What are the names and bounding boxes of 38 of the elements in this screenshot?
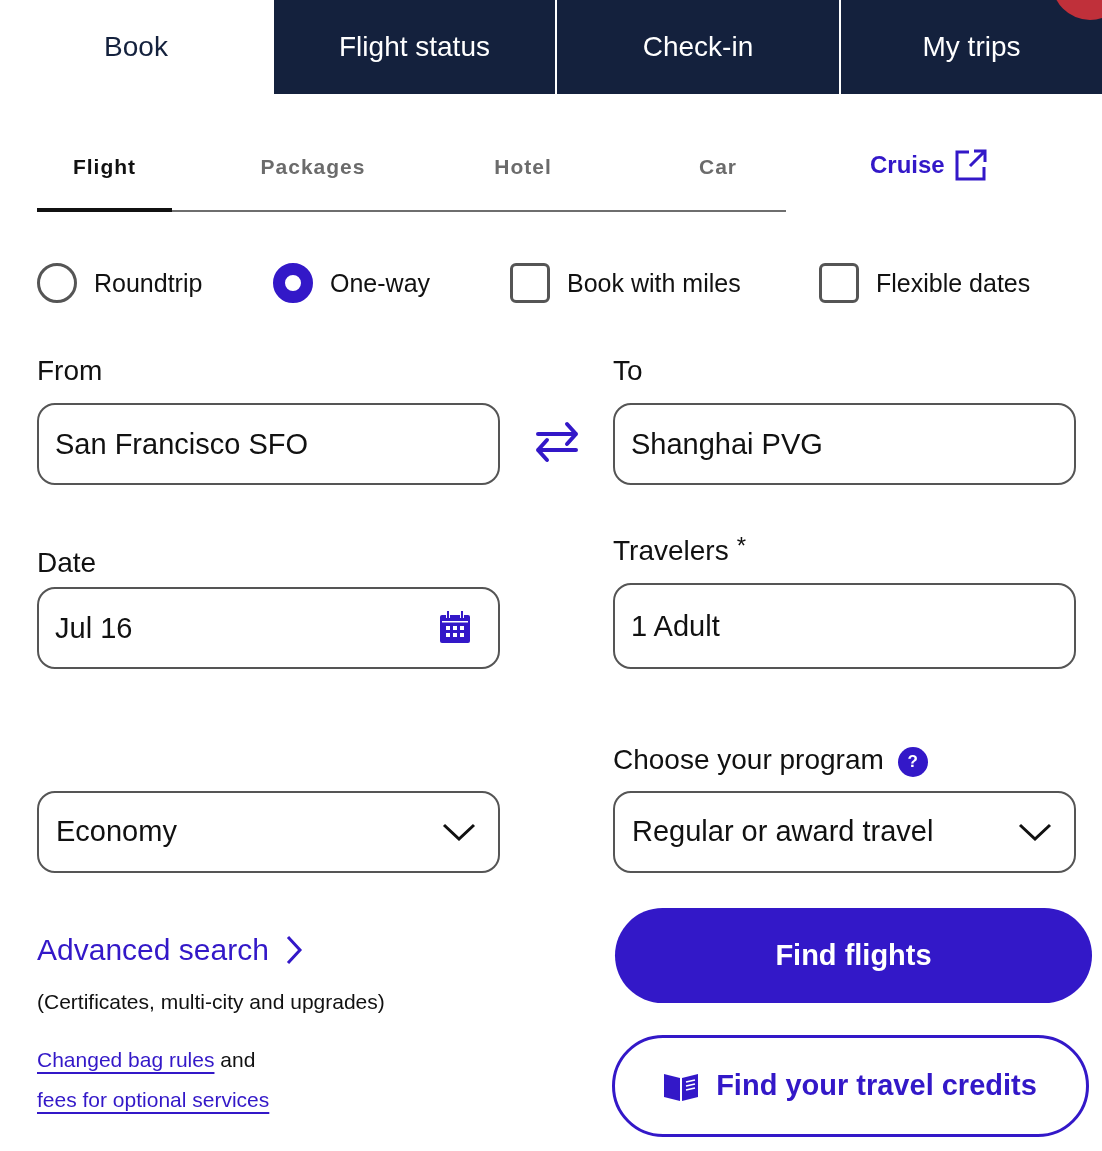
book-icon — [664, 1071, 699, 1101]
product-tab[interactable]: Flight — [37, 150, 172, 212]
fees-link[interactable]: fees for optional services — [37, 1088, 270, 1111]
date-input[interactable]: Jul 16 — [37, 587, 500, 669]
chevron-down-icon — [1018, 823, 1052, 841]
program-label: Choose your program — [613, 743, 884, 777]
external-link-icon — [953, 148, 988, 182]
search-option-checkbox[interactable]: Flexible dates — [819, 263, 1102, 303]
chevron-down-icon — [442, 823, 476, 841]
travelers-input[interactable]: 1 Adult — [613, 583, 1076, 669]
main-tab[interactable]: My trips — [841, 0, 1102, 94]
advanced-search-note: (Certificates, multi-city and upgrades) — [37, 990, 385, 1014]
main-tab[interactable]: Flight status — [274, 0, 555, 94]
program-dropdown[interactable]: Regular or award travel — [613, 791, 1076, 873]
to-input[interactable]: Shanghai PVG — [613, 403, 1076, 485]
chevron-right-icon — [284, 935, 303, 965]
required-mark: * — [736, 534, 746, 558]
bag-rules-link[interactable]: Changed bag rules — [37, 1048, 215, 1071]
product-tab[interactable]: Car — [592, 150, 786, 212]
from-input[interactable]: San Francisco SFO — [37, 403, 500, 485]
help-button[interactable]: ? — [897, 747, 928, 777]
calendar-icon — [440, 611, 470, 643]
travel-credits-button[interactable]: Find your travel credits — [612, 1035, 1089, 1137]
advanced-search-link[interactable]: Advanced search — [37, 932, 303, 968]
from-label: From — [37, 354, 104, 388]
trip-type-radio[interactable]: Roundtrip — [37, 263, 273, 303]
bag-fees-notice: Changed bag rules and fees for optional services — [37, 1047, 271, 1113]
trip-type-radio[interactable]: One-way — [273, 263, 510, 303]
cruise-link[interactable]: Cruise — [870, 148, 988, 182]
cabin-dropdown[interactable]: Economy — [37, 791, 500, 873]
search-option-checkbox[interactable]: Book with miles — [510, 263, 819, 303]
date-label: Date — [37, 546, 98, 580]
product-tab[interactable]: Hotel — [454, 150, 592, 212]
find-flights-button[interactable]: Find flights — [615, 908, 1092, 1003]
product-tab[interactable]: Packages — [172, 150, 454, 212]
main-tab[interactable]: Check-in — [557, 0, 839, 94]
travelers-label: Travelers — [613, 534, 729, 568]
to-label: To — [613, 354, 644, 388]
